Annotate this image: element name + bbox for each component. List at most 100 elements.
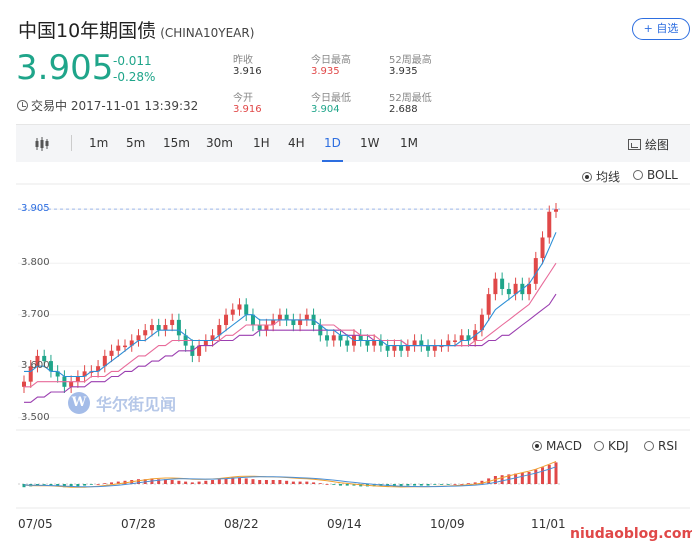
candle-body (156, 325, 161, 331)
macd-bar (251, 479, 255, 484)
macd-bar (190, 482, 194, 484)
candle-body (372, 340, 377, 346)
macd-bar (177, 480, 181, 484)
macd-bar (184, 481, 188, 484)
x-tick-label: 11/01 (531, 517, 566, 531)
candle-body (547, 211, 552, 238)
macd-bar (83, 484, 87, 486)
macd-bar (258, 480, 262, 484)
macd-bar (440, 484, 444, 485)
candle-body (224, 314, 229, 326)
candle-body (412, 340, 417, 346)
ma-short-line (24, 232, 557, 378)
y-tick-label: 3.600 (21, 360, 50, 372)
watermark-text: 华尔街见闻 (96, 395, 177, 414)
macd-bar (89, 484, 93, 485)
macd-bar (460, 484, 464, 485)
candle-body (426, 345, 431, 351)
macd-bar (96, 484, 100, 485)
macd-bar (318, 483, 322, 484)
candle-body (325, 335, 330, 341)
price-chart (16, 183, 690, 509)
macd-bar (264, 480, 268, 484)
candle-body (331, 335, 336, 341)
x-tick-label: 07/05 (18, 517, 53, 531)
macd-bar (271, 480, 275, 484)
macd-bar (298, 481, 302, 484)
watermark: W 华尔街见闻 (68, 391, 176, 415)
x-tick-label: 08/22 (224, 517, 259, 531)
candle-body (345, 340, 350, 346)
candle-body (298, 319, 303, 326)
candle-body (385, 345, 390, 351)
candle-body (163, 325, 168, 331)
candle-body (244, 304, 249, 315)
macd-bar (76, 484, 80, 487)
candle-body (392, 345, 397, 351)
macd-bar (541, 467, 545, 484)
candle-body (459, 335, 464, 341)
candle-body (486, 294, 491, 315)
candle-body (399, 345, 404, 351)
candle-body (291, 319, 296, 326)
macd-bar (291, 481, 295, 484)
x-tick-label: 07/28 (121, 517, 156, 531)
candle-body (419, 340, 424, 346)
y-tick-label: 3.500 (21, 411, 50, 423)
macd-bar (514, 473, 518, 484)
macd-bar (305, 481, 309, 484)
candle-body (506, 288, 511, 295)
macd-bar (500, 475, 504, 484)
macd-bar (339, 484, 343, 486)
candle-body (540, 237, 545, 259)
watermark-logo-icon: W (68, 392, 90, 414)
macd-bar (446, 484, 450, 485)
macd-bar (224, 478, 228, 484)
macd-bar (312, 482, 316, 484)
macd-bar (413, 484, 417, 486)
candle-body (116, 345, 121, 351)
macd-bar (520, 472, 524, 484)
macd-bar (278, 480, 282, 484)
candle-body (109, 350, 114, 356)
macd-bar (197, 481, 201, 484)
candle-body (230, 309, 235, 315)
candle-body (432, 345, 437, 351)
macd-bar (217, 479, 221, 484)
candle-body (203, 340, 208, 346)
macd-bar (211, 480, 215, 484)
macd-bar (285, 480, 289, 484)
macd-bar (534, 469, 538, 484)
macd-bar (204, 480, 208, 484)
candle-body (365, 340, 370, 346)
macd-bar (527, 472, 531, 484)
candle-body (143, 330, 148, 336)
macd-bar (244, 478, 248, 484)
candle-body (500, 278, 505, 289)
candle-body (69, 381, 74, 387)
macd-bar (325, 484, 329, 485)
macd-bar (170, 480, 174, 484)
candle-body (75, 376, 80, 382)
macd-bar (453, 484, 457, 485)
ma-mid-line (24, 262, 557, 388)
candle-body (405, 345, 410, 351)
site-mark: niudaoblog.com (570, 522, 692, 546)
x-tick-label: 10/09 (430, 517, 465, 531)
macd-bar (237, 477, 241, 484)
candle-body (176, 319, 181, 336)
candle-body (277, 314, 282, 320)
candle-body (358, 335, 363, 341)
ma-long-line (24, 293, 557, 403)
macd-bar (547, 464, 551, 484)
candle-body (123, 345, 128, 348)
candle-body (22, 381, 26, 387)
macd-bar (103, 483, 107, 484)
macd-bar (332, 484, 336, 485)
macd-bar (419, 484, 423, 486)
y-tick-label: 3.800 (21, 257, 50, 269)
macd-bar (426, 484, 430, 486)
candle-body (264, 325, 269, 331)
candle-body (284, 314, 289, 320)
candle-body (170, 319, 175, 326)
